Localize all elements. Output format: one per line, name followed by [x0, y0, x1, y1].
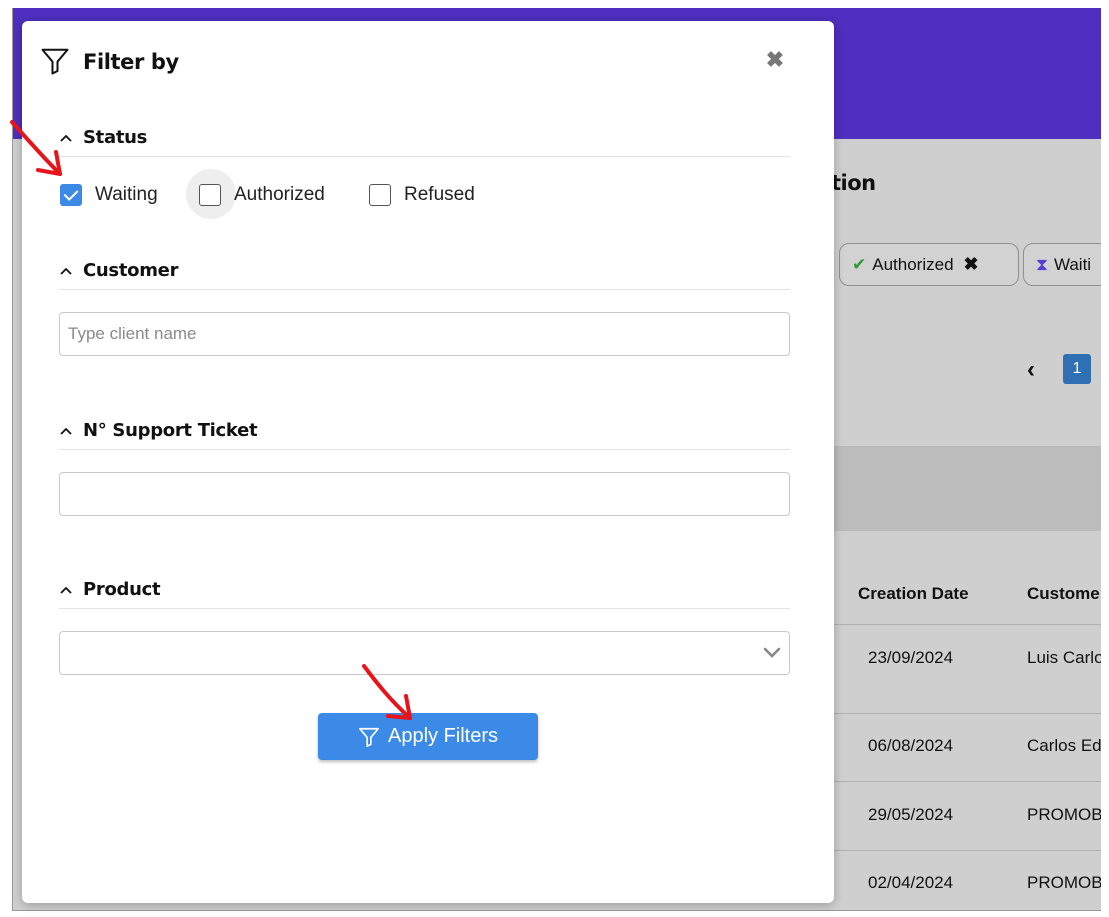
chevron-up-icon [60, 586, 72, 594]
status-option-authorized[interactable]: Authorized [199, 182, 325, 208]
table-cell-date: 06/08/2024 [868, 736, 954, 755]
checkbox-refused[interactable] [369, 184, 391, 206]
chevron-down-icon [763, 647, 781, 658]
filter-chip-waiting[interactable]: ⧗ Waiti [1023, 243, 1101, 286]
column-header-customer[interactable]: Custome [1027, 584, 1100, 604]
chevron-up-icon [60, 134, 72, 142]
chevron-up-icon [60, 267, 72, 275]
section-label: Customer [83, 260, 179, 281]
row-divider [833, 624, 1101, 625]
chevron-up-icon [60, 427, 72, 435]
table-toolbar-band [833, 447, 1101, 531]
status-option-refused[interactable]: Refused [369, 182, 475, 208]
support-ticket-input[interactable] [59, 472, 790, 516]
customer-search-input[interactable] [59, 312, 790, 356]
pagination-page[interactable]: 1 [1063, 354, 1091, 384]
filter-icon [41, 48, 69, 75]
page-title: tion [831, 171, 876, 195]
option-label: Refused [404, 184, 475, 205]
section-label: N° Support Ticket [83, 420, 258, 441]
remove-chip-icon[interactable]: ✖ [964, 254, 979, 275]
check-icon: ✔ [852, 254, 867, 274]
column-header-creation-date[interactable]: Creation Date [858, 584, 969, 604]
table-cell-customer: PROMOB [1027, 873, 1101, 892]
option-label: Waiting [95, 184, 158, 205]
filter-chip-label: Waiti [1053, 254, 1092, 274]
status-option-waiting[interactable]: Waiting [60, 182, 158, 208]
section-label: Status [83, 127, 148, 148]
option-label: Authorized [234, 184, 325, 205]
filter-chip-authorized[interactable]: ✔ Authorized ✖ [839, 243, 1019, 286]
modal-title: Filter by [83, 50, 179, 74]
section-customer-header[interactable]: Customer [59, 260, 790, 290]
table-cell-date: 29/05/2024 [868, 805, 954, 824]
section-label: Product [83, 579, 161, 600]
table-cell-customer: Luis Carlo [1027, 648, 1101, 667]
filter-modal: Filter by ✖ Status Waiting Authorized Re… [22, 21, 834, 903]
checkbox-authorized[interactable] [199, 184, 221, 206]
section-product-header[interactable]: Product [59, 579, 790, 609]
filter-icon [358, 727, 379, 747]
filter-chip-label: Authorized [872, 254, 954, 274]
apply-filters-button[interactable]: Apply Filters [318, 713, 538, 760]
row-divider [833, 781, 1101, 782]
close-icon[interactable]: ✖ [764, 48, 786, 72]
hourglass-icon: ⧗ [1036, 254, 1048, 274]
checkbox-waiting[interactable] [60, 184, 82, 206]
section-status-header[interactable]: Status [59, 127, 790, 157]
table-cell-date: 23/09/2024 [868, 648, 954, 667]
section-ticket-header[interactable]: N° Support Ticket [59, 420, 790, 450]
chevron-left-icon[interactable]: ‹ [1027, 356, 1035, 384]
table-cell-customer: Carlos Ed [1027, 736, 1101, 755]
table-cell-customer: PROMOB [1027, 805, 1101, 824]
table-cell-date: 02/04/2024 [868, 873, 954, 892]
row-divider [833, 850, 1101, 851]
product-select[interactable] [59, 631, 790, 675]
row-divider [833, 713, 1101, 714]
apply-filters-label: Apply Filters [387, 725, 499, 747]
